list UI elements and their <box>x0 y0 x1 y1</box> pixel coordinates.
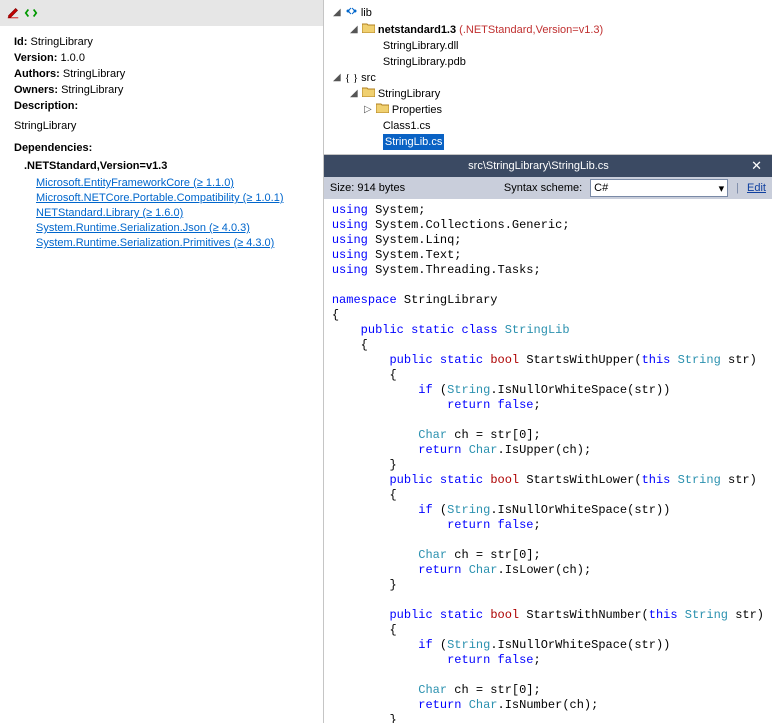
tree-file-dll[interactable]: StringLibrary.dll <box>332 38 764 54</box>
tree-folder-src[interactable]: ◢ { } src <box>332 70 764 86</box>
tree-folder-netstandard[interactable]: ◢ netstandard1.3 (.NETStandard,Version=v… <box>332 22 764 38</box>
pkg-owners-row: Owners: StringLibrary <box>14 82 309 98</box>
tree-file-stringlib[interactable]: StringLib.cs <box>332 134 764 150</box>
file-tree-panel: ◢ lib ◢ netstandard1.3 (.NETStandard,Ver… <box>324 0 772 155</box>
syntax-scheme-label: Syntax scheme: <box>504 182 582 194</box>
expand-toggle-icon[interactable]: ◢ <box>349 22 359 38</box>
package-toolbar <box>0 0 323 26</box>
dependency-link[interactable]: System.Runtime.Serialization.Primitives … <box>36 236 309 251</box>
syntax-scheme-select[interactable]: C# ▾ <box>590 179 728 197</box>
code-editor-panel: src\StringLibrary\StringLib.cs ✕ Size: 9… <box>324 155 772 723</box>
tree-file-class1[interactable]: Class1.cs <box>332 118 764 134</box>
expand-toggle-icon[interactable]: ◢ <box>349 86 359 102</box>
reference-icon <box>345 4 358 22</box>
size-label: Size: 914 bytes <box>330 182 405 194</box>
tree-folder-project[interactable]: ◢ StringLibrary <box>332 86 764 102</box>
edit-link[interactable]: Edit <box>747 182 766 194</box>
tree-folder-properties[interactable]: ▷ Properties <box>332 102 764 118</box>
dependency-link[interactable]: Microsoft.NETCore.Portable.Compatibility… <box>36 191 309 206</box>
pkg-id-row: Id: StringLibrary <box>14 34 309 50</box>
close-icon[interactable]: ✕ <box>747 158 766 174</box>
pkg-authors-row: Authors: StringLibrary <box>14 66 309 82</box>
braces-icon: { } <box>345 70 358 86</box>
package-info-panel: Id: StringLibrary Version: 1.0.0 Authors… <box>0 0 324 723</box>
folder-icon <box>362 22 375 38</box>
tree-file-pdb[interactable]: StringLibrary.pdb <box>332 54 764 70</box>
tree-folder-lib[interactable]: ◢ lib <box>332 4 764 22</box>
dependency-link[interactable]: Microsoft.EntityFrameworkCore (≥ 1.1.0) <box>36 176 309 191</box>
pkg-version-row: Version: 1.0.0 <box>14 50 309 66</box>
edit-icon[interactable] <box>6 6 20 20</box>
dependency-link[interactable]: NETStandard.Library (≥ 1.6.0) <box>36 206 309 221</box>
code-icon[interactable] <box>24 6 38 20</box>
editor-titlebar: src\StringLibrary\StringLib.cs ✕ <box>324 155 772 177</box>
pkg-desc-label: Description: <box>14 98 309 114</box>
dependencies-header: Dependencies: <box>14 140 309 156</box>
dependency-link[interactable]: System.Runtime.Serialization.Json (≥ 4.0… <box>36 221 309 236</box>
folder-icon <box>376 102 389 118</box>
editor-toolbar: Size: 914 bytes Syntax scheme: C# ▾ | Ed… <box>324 177 772 199</box>
dependency-group: .NETStandard,Version=v1.3 <box>24 158 309 174</box>
pkg-desc-value: StringLibrary <box>14 118 309 134</box>
expand-toggle-icon[interactable]: ◢ <box>332 70 342 86</box>
code-area[interactable]: using System; using System.Collections.G… <box>324 199 772 723</box>
expand-toggle-icon[interactable]: ◢ <box>332 5 342 21</box>
divider: | <box>736 182 739 194</box>
folder-icon <box>362 86 375 102</box>
editor-title-text: src\StringLibrary\StringLib.cs <box>330 160 747 172</box>
expand-toggle-icon[interactable]: ▷ <box>363 102 373 118</box>
chevron-down-icon: ▾ <box>719 182 725 195</box>
